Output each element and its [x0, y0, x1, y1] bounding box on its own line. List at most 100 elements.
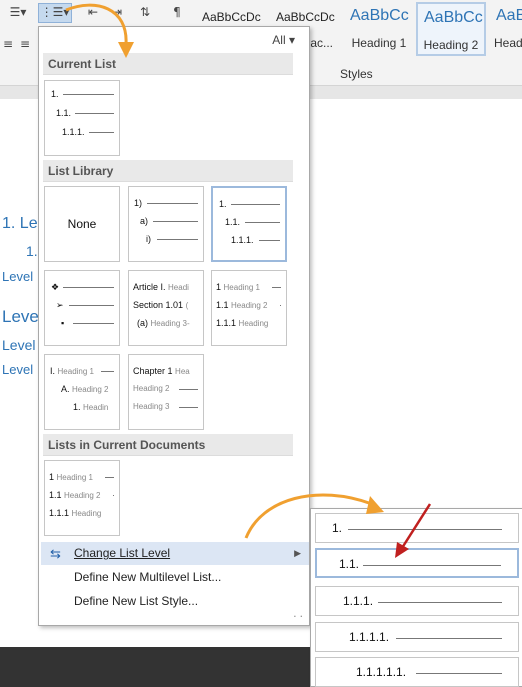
tile-heading-label: Heading 1 [56, 473, 94, 482]
section-current-list: Current List [43, 53, 293, 75]
tile-heading-label: Heading 2 [72, 385, 109, 394]
square-bullet-icon: ▪ [61, 318, 65, 328]
doc-heading-2: 1. [26, 243, 38, 259]
change-level-icon: ⇆ [50, 546, 61, 561]
style-sample: AaBbC [496, 7, 522, 24]
decrease-indent-button[interactable]: ⇤ [82, 4, 104, 22]
tile-level-label: 1 [216, 282, 222, 292]
change-list-level-submenu: 1. 1.1. 1.1.1. 1.1.1.1. 1.1.1.1.1. [310, 508, 522, 687]
tile-level-label: 1.1 [216, 300, 229, 310]
level-label: 1.1. [339, 557, 360, 571]
list-tile-bullets[interactable]: ❖ ➢ ▪ [44, 270, 120, 346]
change-list-level-item[interactable]: ⇆ Change List Level ▶ [41, 542, 309, 565]
style-heading-2[interactable]: AaBbCcD Heading 2 [416, 2, 486, 56]
tile-heading-label: Hea [175, 367, 190, 376]
level-option-2[interactable]: 1.1. [315, 548, 519, 578]
level-option-3[interactable]: 1.1.1. [315, 586, 519, 616]
tile-level-label: 1.1.1 [216, 318, 237, 328]
style-sample: AaBbCcD [424, 9, 484, 26]
tile-level-label: 1.1.1. [231, 235, 254, 245]
tile-level-label: Section 1.01 [133, 300, 184, 310]
list-tile-chapter[interactable]: Chapter 1 Hea Heading 2 Heading 3 [128, 354, 204, 430]
multilevel-list-menu: All ▾ Current List 1. 1.1. 1.1.1. List L… [38, 26, 310, 626]
doc-heading-1: Leve [2, 307, 39, 326]
list-tile-none[interactable]: None [44, 186, 120, 262]
level-label: 1.1.1.1.1. [356, 665, 407, 679]
list-tile-heading-numbered[interactable]: 1 Heading 1 1.1 Heading 2 1.1.1 Heading [211, 270, 287, 346]
tile-heading-label: Heading 2 [64, 491, 101, 500]
style-heading-1[interactable]: AaBbCc Heading 1 [344, 2, 414, 56]
style-sample: AaBbCcDc [202, 10, 261, 24]
increase-indent-button[interactable]: ⇥ [106, 4, 128, 22]
doc-level-text: Level [2, 337, 36, 353]
multilevel-list-button[interactable]: ⋮☰▾ [38, 3, 72, 23]
tile-level-label: a) [140, 216, 149, 226]
list-tile-document[interactable]: 1 Heading 1 1.1 Heading 2 1.1.1 Heading [44, 460, 120, 536]
level-option-4[interactable]: 1.1.1.1. [315, 622, 519, 652]
tile-level-label: 1 [49, 472, 55, 482]
resize-grip-icon[interactable]: ⠂⠂ [293, 612, 306, 623]
align-left-button[interactable]: ≡ [0, 36, 16, 54]
tile-level-label: 1.1. [225, 217, 241, 227]
tile-level-label: 1. [219, 199, 227, 209]
tile-level-label: 1.1.1. [62, 127, 85, 137]
tile-level-label: 1.1. [56, 108, 72, 118]
level-label: 1. [332, 521, 343, 535]
style-name: Heading 1 [351, 36, 407, 50]
define-list-style-item[interactable]: Define New List Style... [41, 590, 309, 613]
level-option-1[interactable]: 1. [315, 513, 519, 543]
tile-level-label: 1.1 [49, 490, 62, 500]
doc-level-text: Level [2, 269, 34, 284]
tile-heading-label: Heading [71, 509, 102, 518]
align-center-button[interactable]: ≡ [16, 36, 34, 54]
bullets-button[interactable]: ☰▾ [4, 4, 32, 22]
diamond-bullet-icon: ❖ [51, 282, 60, 292]
tile-heading-label: Heading 3 [133, 402, 170, 411]
style-heading-3[interactable]: AaBbC Heading 3 [490, 2, 522, 56]
tile-level-label: I. [50, 366, 56, 376]
tile-level-label: 1.1.1 [49, 508, 70, 518]
filter-dropdown[interactable]: All ▾ [272, 33, 295, 47]
style-sample: AaBbCcDc [276, 10, 335, 24]
tile-heading-label: Heading 2 [133, 384, 170, 393]
tile-level-label: A. [61, 384, 70, 394]
section-list-library: List Library [43, 160, 293, 182]
menu-item-label: Define New Multilevel List... [74, 570, 222, 584]
tile-level-label: 1. [73, 402, 81, 412]
tile-heading-label: ( [185, 301, 189, 310]
submenu-arrow-icon: ▶ [294, 548, 301, 558]
list-tile-decimal[interactable]: 1. 1.1. 1.1.1. [211, 186, 287, 262]
level-label: 1.1.1.1. [349, 630, 390, 644]
level-label: 1.1.1. [343, 594, 374, 608]
doc-level-text: Level [2, 362, 34, 377]
doc-heading-1: 1. Le [2, 215, 38, 232]
list-tile-paren[interactable]: 1) a) i) [128, 186, 204, 262]
tile-heading-label: Headin [83, 403, 109, 412]
tile-heading-label: Heading 3- [150, 319, 190, 328]
tile-level-label: 1. [51, 89, 59, 99]
tile-level-label: Article I. [133, 282, 166, 292]
list-tile-article[interactable]: Article I. Headi Section 1.01 ( (a) Head… [128, 270, 204, 346]
define-multilevel-list-item[interactable]: Define New Multilevel List... [41, 566, 309, 589]
styles-group-label: Styles [340, 67, 373, 81]
caret-down-icon: ▾ [288, 33, 295, 47]
tile-level-label: Chapter 1 [133, 366, 173, 376]
tile-heading-label: Heading 1 [57, 367, 95, 376]
list-tile-current[interactable]: 1. 1.1. 1.1.1. [44, 80, 120, 156]
tile-level-label: (a) [137, 318, 148, 328]
filter-label: All [272, 33, 286, 47]
tile-heading-label: Heading 1 [223, 283, 261, 292]
tile-level-label: 1) [134, 198, 143, 208]
menu-item-label: Define New List Style... [74, 594, 199, 608]
menu-item-label: Change List Level [74, 546, 171, 560]
pilcrow-button[interactable]: ¶ [166, 4, 188, 22]
tile-heading-label: Heading [238, 319, 269, 328]
style-sample: AaBbCc [350, 7, 409, 24]
section-lists-in-documents: Lists in Current Documents [43, 434, 293, 456]
level-option-5[interactable]: 1.1.1.1.1. [315, 657, 519, 687]
style-name: Heading 2 [423, 38, 479, 52]
sort-button[interactable]: ⇅ [134, 4, 156, 22]
list-tile-roman[interactable]: I. Heading 1 A. Heading 2 1. Headin [44, 354, 120, 430]
tile-none-label: None [67, 217, 97, 231]
arrow-bullet-icon: ➢ [56, 300, 64, 310]
